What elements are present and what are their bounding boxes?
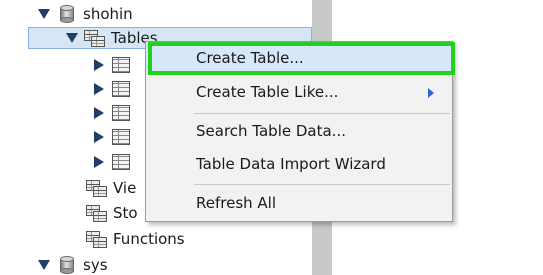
tree-item-table[interactable] [94, 150, 130, 174]
tree-item-table[interactable] [94, 77, 130, 101]
tree-item-table[interactable] [94, 125, 130, 149]
menu-separator [194, 113, 450, 114]
menu-item-label: Refresh All [196, 194, 277, 212]
table-group-icon [86, 230, 108, 248]
menu-item-table-data-import-wizard[interactable]: Table Data Import Wizard [146, 150, 452, 178]
schema-label: shohin [83, 5, 133, 23]
tree-item-label: Sto [113, 204, 138, 222]
expand-arrow-icon[interactable] [94, 131, 104, 143]
collapse-arrow-icon[interactable] [38, 9, 50, 19]
table-icon [112, 105, 130, 121]
tree-item-label: Vie [113, 179, 137, 197]
menu-item-create-table-like[interactable]: Create Table Like... [146, 78, 452, 106]
table-icon [112, 81, 130, 97]
table-group-icon [84, 29, 106, 47]
tree-item-views[interactable]: Vie [80, 176, 136, 200]
table-icon [112, 129, 130, 145]
collapse-arrow-icon[interactable] [38, 260, 50, 270]
table-icon [112, 57, 130, 73]
tree-item-stored-procedures[interactable]: Sto [80, 201, 138, 225]
menu-item-label: Search Table Data... [196, 122, 346, 140]
expand-arrow-icon[interactable] [94, 59, 104, 71]
table-group-icon [86, 179, 108, 197]
menu-item-label: Table Data Import Wizard [196, 155, 386, 173]
tree-item-functions[interactable]: Functions [80, 227, 185, 251]
tree-item-schema-shohin[interactable]: shohin [38, 2, 133, 26]
menu-separator [194, 184, 450, 185]
tree-item-schema-sys[interactable]: sys [38, 253, 108, 275]
database-icon [60, 256, 74, 274]
menu-item-refresh-all[interactable]: Refresh All [146, 189, 452, 217]
expand-arrow-icon[interactable] [94, 83, 104, 95]
menu-item-label: Create Table... [196, 49, 304, 67]
menu-item-search-table-data[interactable]: Search Table Data... [146, 117, 452, 145]
menu-item-label: Create Table Like... [196, 83, 339, 101]
context-menu: Create Table... Create Table Like... Sea… [145, 41, 453, 222]
database-icon [60, 5, 74, 23]
tree-item-table[interactable] [94, 101, 130, 125]
tree-item-label: Functions [113, 230, 185, 248]
tree-item-tables[interactable]: Tables [66, 26, 158, 50]
menu-item-create-table[interactable]: Create Table... [146, 44, 452, 72]
expand-arrow-icon[interactable] [94, 107, 104, 119]
collapse-arrow-icon[interactable] [66, 33, 78, 43]
tree-item-table[interactable] [94, 53, 130, 77]
workbench-navigator: shohin Tables Vie Sto Functions sys Crea… [0, 0, 543, 275]
table-group-icon [86, 204, 108, 222]
submenu-arrow-icon [428, 88, 434, 98]
expand-arrow-icon[interactable] [94, 156, 104, 168]
table-icon [112, 154, 130, 170]
schema-label: sys [83, 256, 108, 274]
